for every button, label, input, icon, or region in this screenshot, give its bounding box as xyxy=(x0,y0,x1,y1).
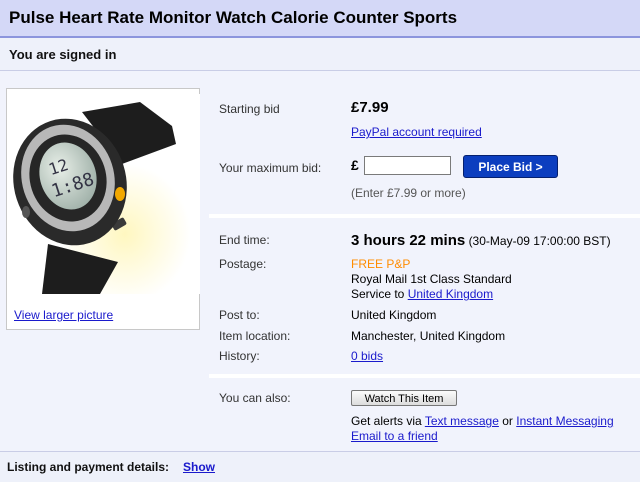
item-image-box: 12 1:88 View larger picture xyxy=(6,88,200,330)
show-details-link[interactable]: Show xyxy=(183,460,215,474)
history-label: History: xyxy=(219,349,260,363)
place-bid-button[interactable]: Place Bid > xyxy=(463,155,558,178)
divider xyxy=(209,374,640,378)
item-location-value: Manchester, United Kingdom xyxy=(351,329,506,343)
currency-symbol: £ xyxy=(351,157,359,173)
postage-service: Royal Mail 1st Class Standard xyxy=(351,272,512,286)
page-title: Pulse Heart Rate Monitor Watch Calorie C… xyxy=(9,8,458,27)
end-time-value: 3 hours 22 mins (30-May-09 17:00:00 BST) xyxy=(351,232,611,249)
post-to-label: Post to: xyxy=(219,308,260,322)
watch-photo-icon[interactable]: 12 1:88 xyxy=(12,94,200,294)
free-postage: FREE P&P xyxy=(351,257,411,271)
time-left: 3 hours 22 mins xyxy=(351,232,466,249)
bid-hint: (Enter £7.99 or more) xyxy=(351,186,466,200)
bids-history-link[interactable]: 0 bids xyxy=(351,349,383,363)
max-bid-label: Your maximum bid: xyxy=(219,161,322,175)
post-to-value: United Kingdom xyxy=(351,308,437,322)
title-bar: Pulse Heart Rate Monitor Watch Calorie C… xyxy=(0,0,640,38)
item-location-label: Item location: xyxy=(219,329,291,343)
paypal-required-link[interactable]: PayPal account required xyxy=(351,125,482,139)
text-message-link[interactable]: Text message xyxy=(425,414,499,428)
alerts-line: Get alerts via Text message or Instant M… xyxy=(351,414,614,428)
end-time-label: End time: xyxy=(219,233,270,247)
listing-details-label: Listing and payment details: xyxy=(7,460,170,474)
view-larger-picture-link[interactable]: View larger picture xyxy=(14,308,113,322)
starting-bid-label: Starting bid xyxy=(219,102,280,116)
instant-messaging-link[interactable]: Instant Messaging xyxy=(516,414,613,428)
service-to-text: Service to xyxy=(351,287,405,301)
alerts-or: or xyxy=(502,414,513,428)
max-bid-input[interactable] xyxy=(364,156,451,175)
service-to: Service to United Kingdom xyxy=(351,287,493,301)
you-can-also-label: You can also: xyxy=(219,391,291,405)
service-country-link[interactable]: United Kingdom xyxy=(408,287,493,301)
alerts-prefix: Get alerts via xyxy=(351,414,422,428)
end-date: (30-May-09 17:00:00 BST) xyxy=(468,234,611,248)
signed-in-text: You are signed in xyxy=(9,47,117,62)
watch-item-button[interactable]: Watch This Item xyxy=(351,390,457,406)
listing-bar: Listing and payment details: Show xyxy=(0,451,640,482)
signed-in-bar: You are signed in xyxy=(0,38,640,71)
postage-label: Postage: xyxy=(219,257,267,271)
divider xyxy=(209,214,640,218)
starting-bid-value: £7.99 xyxy=(351,99,389,116)
email-friend-link[interactable]: Email to a friend xyxy=(351,429,438,443)
